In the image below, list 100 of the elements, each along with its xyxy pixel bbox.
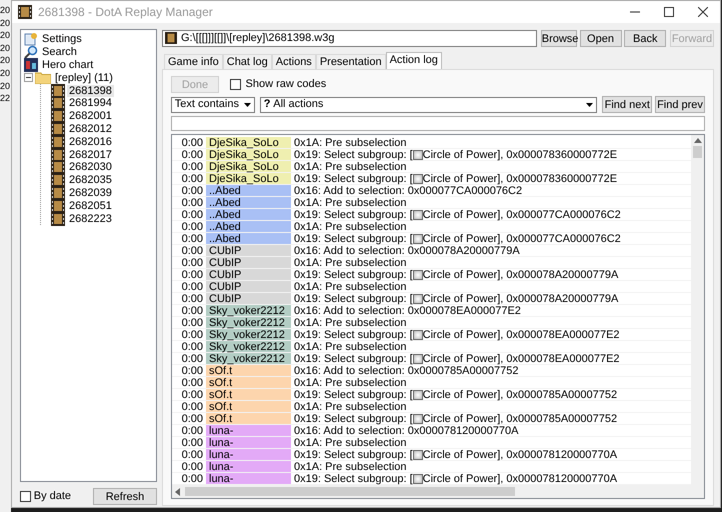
scrollbar-thumb[interactable]: [185, 487, 516, 496]
action-text: 0x1A: Pre subselection: [294, 196, 407, 208]
tree-item[interactable]: Settings: [40, 33, 84, 46]
time-cell-text: 0:00: [180, 269, 204, 280]
player-cell: DjeSika_SoLo: [206, 137, 291, 148]
action-text: 0x1A: Pre subselection: [294, 220, 407, 232]
tab[interactable]: Actions: [272, 54, 316, 69]
time-cell-text: 0:00: [180, 221, 204, 232]
browse-button[interactable]: Browse: [540, 30, 577, 46]
tree-item[interactable]: 2682012: [67, 122, 114, 135]
background-window-text: 20: [0, 80, 11, 92]
action-text: 0x16: Add to selection: 0x000078120000770A: [294, 424, 518, 436]
tree-item[interactable]: 2682016: [67, 136, 114, 148]
action-text: 0x19: Select subgroup: [: [294, 352, 413, 364]
film-icon: [51, 96, 65, 110]
action-text: 0x1A: Pre subselection: [294, 340, 407, 352]
app-icon: [18, 5, 32, 19]
tree-item[interactable]: Search: [40, 46, 79, 58]
time-cell-text: 0:00: [180, 425, 204, 436]
tree-item[interactable]: 2682039: [67, 186, 114, 199]
action-text: 0x1A: Pre subselection: [294, 256, 407, 268]
collapse-toggle[interactable]: [24, 73, 33, 82]
player-cell: sOf.t: [206, 413, 291, 424]
find-next-button[interactable]: Find next: [602, 96, 652, 113]
tab[interactable]: Action log: [386, 52, 442, 69]
action-text: Circle of Power], 0x000078120000770A: [422, 448, 618, 460]
action-text: 0x19: Select subgroup: [: [294, 232, 413, 244]
unit-icon: [412, 354, 423, 364]
player-cell: luna-: [206, 473, 291, 484]
action-text: Circle of Power], 0x0000785A00007752: [422, 412, 618, 424]
unit-icon: [412, 234, 423, 244]
action-text: 0x1A: Pre subselection: [294, 400, 407, 412]
background-window-text: 20: [0, 16, 11, 30]
vertical-scrollbar[interactable]: [691, 135, 704, 485]
time-cell-text: 0:00: [180, 293, 204, 304]
player-cell: Sky_voker2212: [206, 353, 291, 364]
background-window-text: 20: [0, 29, 11, 42]
action-text: 0x19: Select subgroup: [: [294, 208, 413, 220]
raw-codes-checkbox[interactable]: [230, 79, 240, 90]
tree-item[interactable]: 2682035: [67, 174, 114, 186]
player-cell: ..Abed: [206, 221, 291, 232]
time-cell-text: 0:00: [180, 329, 204, 340]
action-filter-dropdown[interactable]: ? All actions: [260, 96, 598, 112]
open-button[interactable]: Open: [580, 30, 622, 46]
player-cell: luna-: [206, 461, 291, 472]
action-text: Circle of Power], 0x000078EA000077E2: [422, 328, 620, 340]
time-cell-text: 0:00: [180, 137, 204, 148]
by-date-checkbox[interactable]: [20, 490, 31, 502]
player-cell: luna-: [206, 449, 291, 460]
time-cell-text: 0:00: [180, 413, 204, 424]
tree-item[interactable]: [repley] (11): [53, 72, 115, 84]
action-text: 0x19: Select subgroup: [: [294, 412, 413, 424]
tree-item[interactable]: 2682030: [67, 161, 114, 174]
action-text: 0x1A: Pre subselection: [294, 316, 407, 328]
unit-icon: [412, 150, 423, 160]
player-cell: DjeSika_SoLo: [206, 161, 291, 172]
scroll-up-icon[interactable]: [694, 138, 702, 143]
scrollbar-thumb[interactable]: [693, 146, 702, 158]
background-window-text: 20: [0, 54, 11, 67]
by-date-label[interactable]: By date: [34, 488, 72, 504]
time-cell-text: 0:00: [180, 473, 204, 484]
tab[interactable]: Presentation: [316, 54, 386, 69]
player-cell: Sky_voker2212: [206, 305, 291, 316]
refresh-button[interactable]: Refresh: [93, 488, 157, 504]
scroll-left-icon[interactable]: [174, 488, 180, 496]
action-text: 0x1A: Pre subselection: [294, 436, 407, 448]
tree-item[interactable]: 2682051: [67, 200, 114, 212]
maximize-icon[interactable]: [664, 7, 674, 17]
replay-file-icon: [165, 32, 177, 44]
close-icon[interactable]: [698, 7, 708, 17]
background-window-text: 22: [0, 92, 11, 105]
tree-item[interactable]: Hero chart: [40, 58, 96, 71]
tree-item[interactable]: 2682223: [67, 212, 114, 225]
time-cell-text: 0:00: [180, 353, 204, 364]
player-cell: CUbIP: [206, 269, 291, 280]
tab[interactable]: Chat log: [222, 54, 272, 69]
tree-item[interactable]: 2682017: [67, 148, 114, 161]
horizontal-scrollbar[interactable]: [172, 485, 704, 498]
action-text: 0x19: Select subgroup: [: [294, 268, 413, 280]
player-cell: luna-: [206, 425, 291, 436]
action-text: 0x19: Select subgroup: [: [294, 448, 413, 460]
action-text: 0x1A: Pre subselection: [294, 160, 407, 172]
find-prev-button[interactable]: Find prev: [655, 96, 705, 113]
action-text: 0x1A: Pre subselection: [294, 460, 407, 472]
unit-icon: [412, 210, 423, 220]
unit-icon: [412, 294, 423, 304]
filter-mode-dropdown[interactable]: Text contains: [171, 96, 255, 112]
tree-item[interactable]: 2682001: [67, 110, 114, 122]
time-cell-text: 0:00: [180, 281, 204, 292]
action-text: Circle of Power], 0x000078A20000779A: [422, 268, 618, 280]
tree-item[interactable]: 2681398: [67, 84, 114, 97]
back-button[interactable]: Back: [624, 30, 666, 46]
raw-codes-label[interactable]: Show raw codes: [246, 76, 326, 93]
time-cell-text: 0:00: [180, 149, 204, 160]
time-cell-text: 0:00: [180, 173, 204, 184]
tree-item[interactable]: 2681994: [67, 97, 114, 110]
tab[interactable]: Game info: [164, 54, 223, 69]
time-cell-text: 0:00: [180, 245, 204, 256]
search-field[interactable]: [171, 116, 705, 131]
time-cell-text: 0:00: [180, 209, 204, 220]
